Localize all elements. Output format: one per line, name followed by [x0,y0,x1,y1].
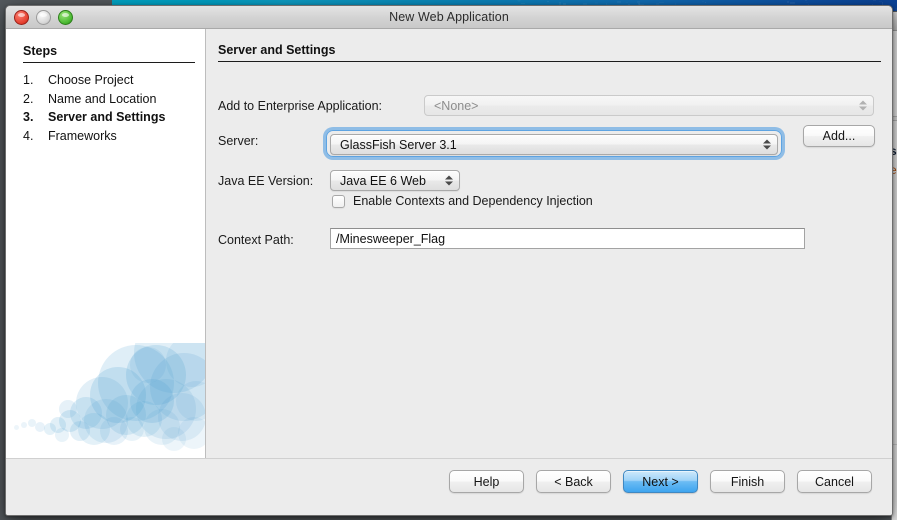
step-number: 3. [23,108,48,127]
steps-heading: Steps [23,44,57,58]
wallpaper-speck [705,2,706,3]
window-title: New Web Application [389,10,509,24]
java-ee-version-label: Java EE Version: [218,174,313,188]
server-label: Server: [218,134,258,148]
enterprise-app-value: <None> [425,99,478,113]
step-label: Server and Settings [48,108,165,127]
back-button[interactable]: < Back [536,470,611,493]
wallpaper-speck [790,2,795,4]
dialog-body: Steps 1. Choose Project 2. Name and Loca… [6,29,892,458]
bubble-shape [35,422,45,432]
chevron-updown-icon [858,98,867,113]
decorative-bubbles-graphic [6,343,205,458]
bubble-shape [162,427,186,451]
java-ee-version-dropdown[interactable]: Java EE 6 Web [330,170,460,191]
panel-heading-rule [218,61,881,62]
bubble-shape [120,417,144,441]
bubble-shape [28,419,36,427]
desktop-backdrop: s e New Web Application Steps 1. Choose … [0,0,897,520]
enterprise-app-dropdown[interactable]: <None> [424,95,874,116]
step-label: Choose Project [48,71,133,90]
wallpaper-speck [617,1,621,3]
settings-panel: Server and Settings Add to Enterprise Ap… [206,29,892,458]
chevron-updown-icon [762,137,771,152]
context-path-label: Context Path: [218,233,294,247]
wallpaper-speck [806,2,809,3]
wallpaper-speck [787,1,789,3]
bubble-shape [14,425,19,430]
enterprise-app-label: Add to Enterprise Application: [218,99,382,113]
context-path-input[interactable]: /Minesweeper_Flag [330,228,805,249]
panel-heading: Server and Settings [218,43,335,57]
step-number: 4. [23,127,48,146]
cdi-checkbox-row[interactable]: Enable Contexts and Dependency Injection [332,194,593,208]
bubble-shape [55,428,69,442]
finish-button[interactable]: Finish [710,470,785,493]
wallpaper-speck [595,2,597,4]
steps-sidebar: Steps 1. Choose Project 2. Name and Loca… [6,29,206,458]
footer-button-bar: Help < Back Next > Finish Cancel [449,470,872,493]
window-controls [14,10,73,25]
wallpaper-speck [659,2,664,3]
chevron-updown-icon [444,173,453,188]
wallpaper-speck [702,1,703,3]
context-path-value: /Minesweeper_Flag [331,232,445,246]
cdi-checkbox-label: Enable Contexts and Dependency Injection [353,194,593,208]
sidebar-step-4: 4. Frameworks [23,127,201,146]
steps-list: 1. Choose Project 2. Name and Location 3… [23,71,201,145]
step-number: 2. [23,90,48,109]
minimize-button[interactable] [36,10,51,25]
zoom-button[interactable] [58,10,73,25]
steps-heading-rule [23,62,195,63]
next-button[interactable]: Next > [623,470,698,493]
step-number: 1. [23,71,48,90]
server-dropdown[interactable]: GlassFish Server 3.1 [330,134,778,155]
sidebar-step-2: 2. Name and Location [23,90,201,109]
server-value: GlassFish Server 3.1 [331,138,457,152]
close-button[interactable] [14,10,29,25]
help-button[interactable]: Help [449,470,524,493]
bubble-shape [130,347,166,383]
bubble-shape [59,400,77,418]
step-label: Name and Location [48,90,156,109]
wallpaper-speck [547,1,549,2]
bubble-shape [21,422,27,428]
new-web-application-dialog: New Web Application Steps 1. Choose Proj… [5,5,893,516]
cancel-button[interactable]: Cancel [797,470,872,493]
bubble-shape [70,421,90,441]
step-label: Frameworks [48,127,117,146]
sidebar-step-1: 1. Choose Project [23,71,201,90]
add-server-button[interactable]: Add... [803,125,875,147]
wallpaper-speck [873,0,876,1]
wallpaper-speck [626,2,628,3]
dialog-footer: Help < Back Next > Finish Cancel [6,458,892,515]
java-ee-version-value: Java EE 6 Web [331,174,426,188]
dialog-titlebar[interactable]: New Web Application [6,6,892,29]
sidebar-step-3-current: 3. Server and Settings [23,108,201,127]
cdi-checkbox[interactable] [332,195,345,208]
wallpaper-speck [518,0,520,2]
